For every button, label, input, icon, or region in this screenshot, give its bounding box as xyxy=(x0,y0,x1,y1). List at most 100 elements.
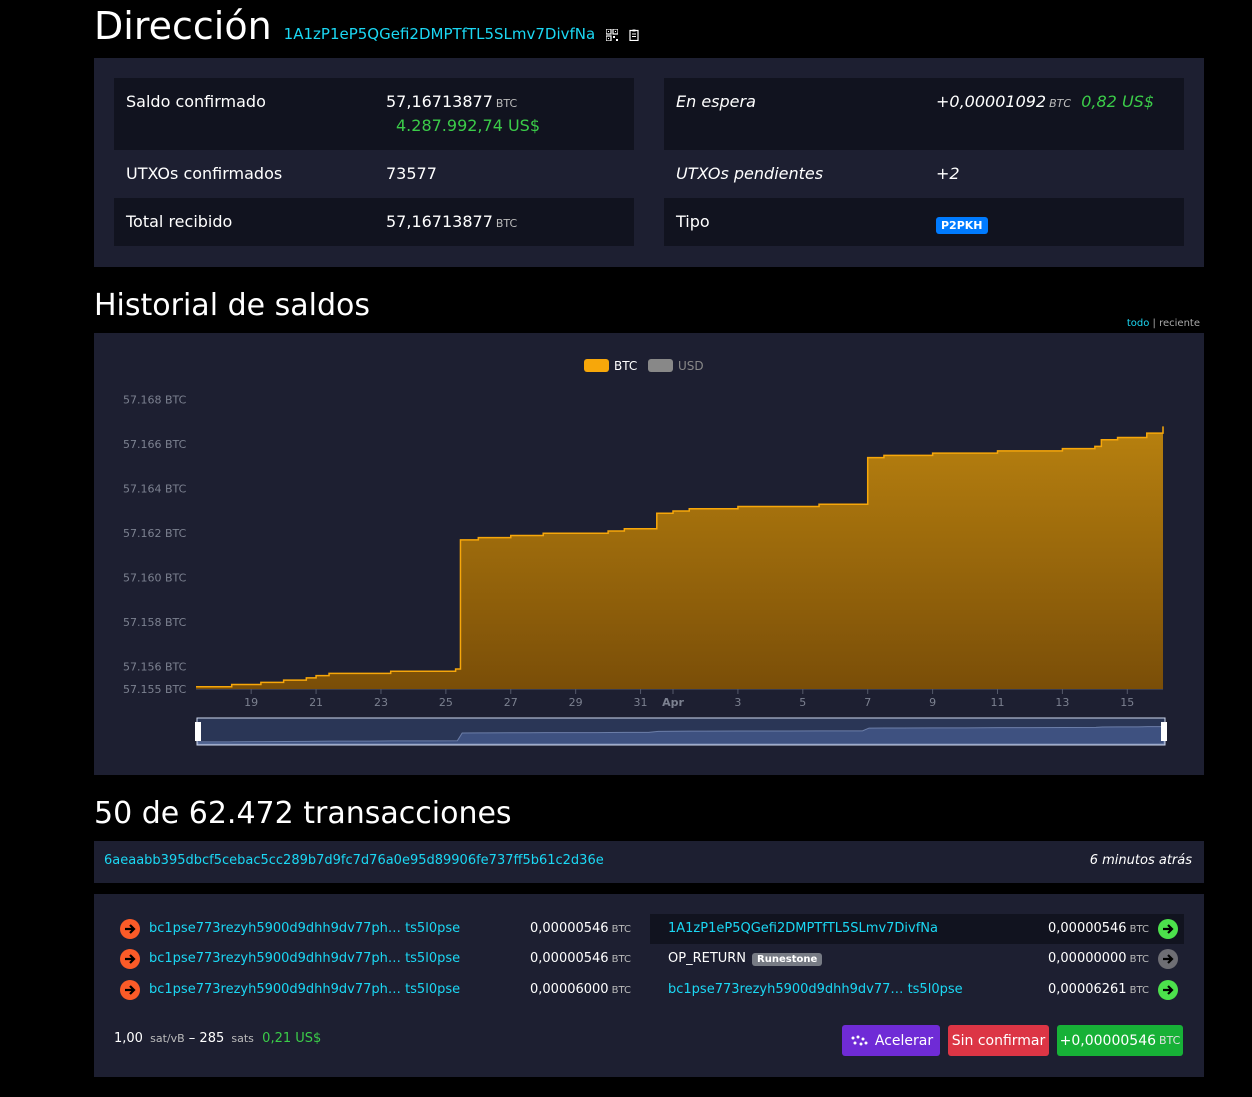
y-tick-label: 57.156 BTC xyxy=(123,661,187,674)
balance-area xyxy=(196,426,1163,689)
output-amount: 0,00000546 BTC xyxy=(1048,921,1149,936)
total-received-label: Total recibido xyxy=(126,212,233,231)
range-all-link[interactable]: todo xyxy=(1127,318,1150,329)
pending-label: En espera xyxy=(676,92,756,111)
pending-row: En espera +0,00001092 BTC 0,82 US$ xyxy=(664,78,1184,150)
y-tick-label: 57.164 BTC xyxy=(123,483,187,496)
y-tick-label: 57.158 BTC xyxy=(123,616,187,629)
unit-label: BTC xyxy=(1049,97,1072,110)
unit-label: BTC xyxy=(495,217,518,230)
input-arrow-icon[interactable] xyxy=(120,919,140,939)
fee-rate: 1,00 xyxy=(114,1031,143,1046)
output-row: OP_RETURN Runestone 0,00000000 BTC xyxy=(650,944,1184,974)
range-recent-link[interactable]: reciente xyxy=(1159,318,1200,329)
qr-code-icon[interactable] xyxy=(606,29,619,41)
fee-rate-unit: sat/vB xyxy=(150,1032,185,1045)
output-row: 1A1zP1eP5QGefi2DMPTfTL5SLmv7DivfNa 0,000… xyxy=(650,914,1184,944)
input-row: bc1pse773rezyh5900d9dhh9dv77ph… ts5l0pse… xyxy=(120,914,640,944)
legend-label-btc[interactable]: BTC xyxy=(614,359,637,373)
fee-sats: 285 xyxy=(199,1031,225,1046)
legend-swatch-usd[interactable] xyxy=(648,359,673,372)
tx-time: 6 minutos atrás xyxy=(1089,853,1192,868)
input-address-end[interactable]: ts5l0pse xyxy=(405,982,460,997)
transactions-title: 50 de 62.472 transacciones xyxy=(94,796,512,831)
input-address[interactable]: bc1pse773rezyh5900d9dhh9dv77ph… ts5l0pse xyxy=(149,921,460,936)
utxos-confirmed-label: UTXOs confirmados xyxy=(126,164,283,183)
input-address[interactable]: bc1pse773rezyh5900d9dhh9dv77ph… ts5l0pse xyxy=(149,982,460,997)
page-header: Dirección 1A1zP1eP5QGefi2DMPTfTL5SLmv7Di… xyxy=(94,4,641,52)
rocket-icon xyxy=(851,1035,868,1045)
pending-btc: +0,00001092 xyxy=(936,92,1047,111)
legend-swatch-btc[interactable] xyxy=(584,359,609,372)
y-axis: 57.168 BTC 57.166 BTC 57.164 BTC 57.162 BTC… xyxy=(123,394,187,696)
output-arrow-icon[interactable] xyxy=(1158,980,1178,1000)
legend-label-usd[interactable]: USD xyxy=(678,359,704,373)
x-tick-label: Apr xyxy=(662,696,684,709)
address-summary: Saldo confirmado 57,16713877 BTC 4.287.99… xyxy=(94,58,1204,267)
input-address-start[interactable]: bc1pse773rezyh5900d9dhh9dv77ph… xyxy=(149,951,401,966)
input-amount-value: 0,00000546 xyxy=(530,951,609,966)
output-arrow-icon[interactable] xyxy=(1158,949,1178,969)
total-received-btc: 57,16713877 xyxy=(386,212,493,231)
x-tick-label: 13 xyxy=(1055,696,1069,709)
input-address-start[interactable]: bc1pse773rezyh5900d9dhh9dv77ph… xyxy=(149,982,401,997)
runestone-badge[interactable]: Runestone xyxy=(752,953,823,966)
type-row: Tipo P2PKH xyxy=(664,198,1184,246)
txid-link[interactable]: 6aeaabb395dbcf5cebac5cc289b7d9fc7d76a0e9… xyxy=(104,853,604,868)
input-address[interactable]: bc1pse773rezyh5900d9dhh9dv77ph… ts5l0pse xyxy=(149,951,460,966)
utxos-pending-label: UTXOs pendientes xyxy=(676,164,824,183)
copy-icon[interactable] xyxy=(629,29,641,41)
input-address-end[interactable]: ts5l0pse xyxy=(405,921,460,936)
input-address-end[interactable]: ts5l0pse xyxy=(405,951,460,966)
input-address-start[interactable]: bc1pse773rezyh5900d9dhh9dv77ph… xyxy=(149,921,401,936)
input-arrow-icon[interactable] xyxy=(120,980,140,1000)
page-title: Dirección xyxy=(94,4,272,48)
utxos-pending-row: UTXOs pendientes +2 xyxy=(664,150,1184,198)
x-tick-label: 27 xyxy=(504,696,518,709)
x-axis: 19 21 23 25 27 29 31 Apr 3 5 7 9 11 13 15 xyxy=(196,688,1163,709)
type-value: P2PKH xyxy=(936,214,988,234)
input-row: bc1pse773rezyh5900d9dhh9dv77ph… ts5l0pse… xyxy=(120,944,640,974)
output-arrow-icon[interactable] xyxy=(1158,919,1178,939)
zoom-slider[interactable] xyxy=(195,717,1167,746)
output-amount-value: 0,00000000 xyxy=(1048,951,1127,966)
zoom-handle-left[interactable] xyxy=(195,722,201,741)
output-amount: 0,00006261 BTC xyxy=(1048,982,1149,997)
address-link[interactable]: 1A1zP1eP5QGefi2DMPTfTL5SLmv7DivfNa xyxy=(284,25,596,43)
net-amount-button[interactable]: +0,00000546 BTC xyxy=(1057,1025,1183,1056)
output-amount-value: 0,00000546 xyxy=(1048,921,1127,936)
y-tick-label: 57.160 BTC xyxy=(123,572,187,585)
y-tick-label: 57.168 BTC xyxy=(123,394,187,407)
output-address[interactable]: bc1pse773rezyh5900d9dhh9dv77… ts5l0pse xyxy=(668,982,963,997)
utxos-confirmed-value: 73577 xyxy=(386,164,437,183)
fee-info: 1,00 sat/vB – 285 sats 0,21 US$ xyxy=(114,1031,321,1046)
total-received-value: 57,16713877 BTC xyxy=(386,212,517,231)
net-amount-value: +0,00000546 xyxy=(1059,1032,1157,1049)
output-address-end[interactable]: ts5l0pse xyxy=(908,982,963,997)
address-header: 1A1zP1eP5QGefi2DMPTfTL5SLmv7DivfNa xyxy=(284,24,642,43)
x-tick-label: 5 xyxy=(799,696,806,709)
fee-separator: – xyxy=(188,1031,196,1046)
accelerate-button[interactable]: Acelerar xyxy=(842,1025,940,1056)
confirmed-balance-usd: 4.287.992,74 US$ xyxy=(396,116,541,135)
unit-label: BTC xyxy=(611,924,631,935)
confirmed-balance-btc: 57,16713877 xyxy=(386,92,493,111)
balance-chart: BTC USD 57.168 BTC57.166 BTC57.164 BTC57… xyxy=(123,359,1167,746)
unit-label: BTC xyxy=(495,97,518,110)
accelerate-label: Acelerar xyxy=(874,1032,934,1049)
zoom-handle-right[interactable] xyxy=(1161,722,1167,741)
history-title: Historial de saldos xyxy=(94,288,370,323)
output-op-return: OP_RETURN Runestone xyxy=(668,951,823,966)
x-tick-label: 19 xyxy=(244,696,258,709)
input-amount-value: 0,00006000 xyxy=(530,982,609,997)
net-amount-unit: BTC xyxy=(1159,1034,1181,1047)
type-label: Tipo xyxy=(676,212,710,231)
fee-usd: 0,21 US$ xyxy=(262,1031,322,1046)
output-amount: 0,00000000 BTC xyxy=(1048,951,1149,966)
unconfirmed-button[interactable]: Sin confirmar xyxy=(948,1025,1049,1056)
pending-value: +0,00001092 BTC 0,82 US$ xyxy=(936,92,1154,111)
output-address-start[interactable]: bc1pse773rezyh5900d9dhh9dv77… xyxy=(668,982,903,997)
output-address[interactable]: 1A1zP1eP5QGefi2DMPTfTL5SLmv7DivfNa xyxy=(668,921,938,936)
input-amount: 0,00000546 BTC xyxy=(530,921,631,936)
input-arrow-icon[interactable] xyxy=(120,949,140,969)
